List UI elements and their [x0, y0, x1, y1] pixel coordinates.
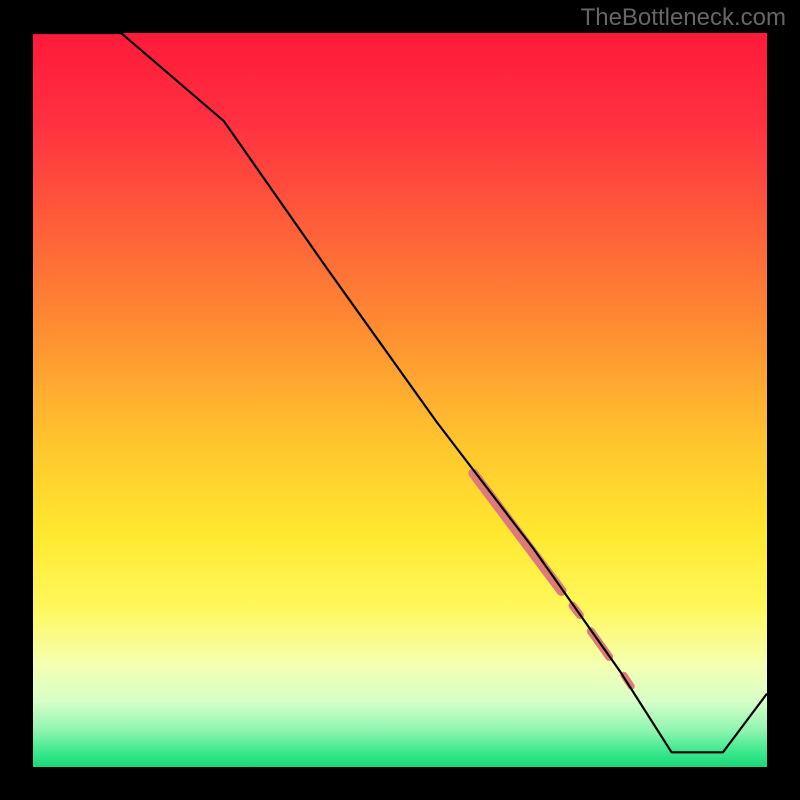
chart-main-line — [33, 33, 767, 752]
chart-curve-layer — [33, 33, 767, 767]
watermark-text: TheBottleneck.com — [581, 4, 786, 32]
chart-plot-area — [33, 33, 767, 767]
chart-highlight-segment — [473, 473, 561, 590]
